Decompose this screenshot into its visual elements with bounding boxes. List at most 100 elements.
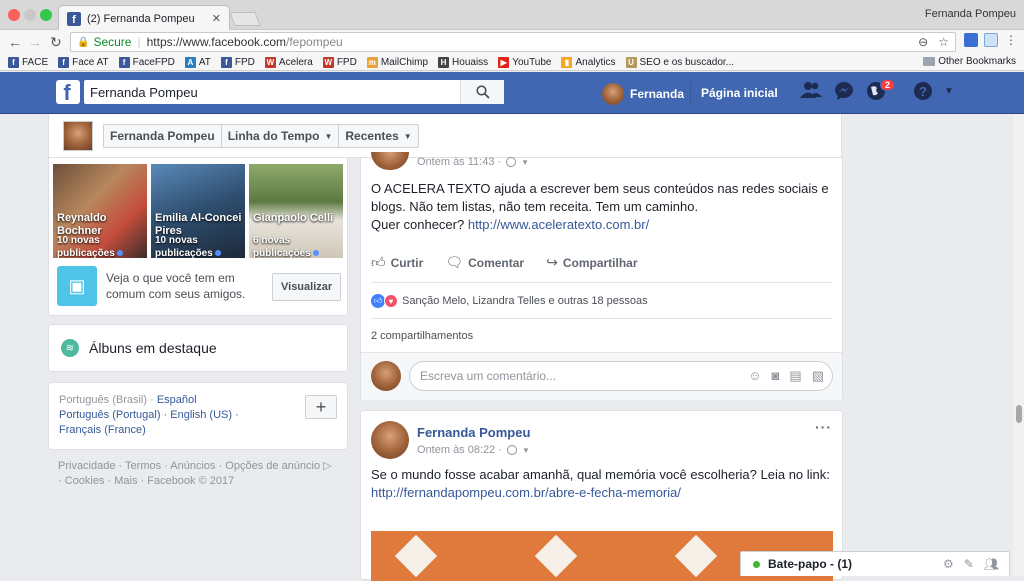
post-timestamp[interactable]: Ontem às 08:22 · bbox=[417, 444, 502, 456]
nav-recent-dropdown[interactable]: Recentes ▼ bbox=[339, 125, 417, 147]
tab-close-icon[interactable]: ✕ bbox=[212, 12, 221, 25]
bookmark-star-icon[interactable]: ☆ bbox=[938, 35, 949, 49]
bookmark-item[interactable]: W FPD bbox=[322, 56, 357, 68]
bookmark-item[interactable]: A AT bbox=[184, 56, 211, 68]
like-reaction-icon: 👍︎ bbox=[371, 294, 385, 308]
shares-count[interactable]: 2 compartilhamentos bbox=[371, 330, 473, 342]
search-input[interactable]: Fernanda Pompeu bbox=[84, 80, 504, 104]
browser-profile-name[interactable]: Fernanda Pompeu bbox=[925, 8, 1016, 20]
gear-icon[interactable]: ⚙ bbox=[943, 557, 954, 571]
bookmark-item[interactable]: ▶ YouTube bbox=[498, 56, 551, 68]
add-people-icon[interactable]: 👥︎ bbox=[984, 557, 999, 571]
compose-icon[interactable]: ✎ bbox=[964, 557, 974, 571]
bookmark-item[interactable]: f FaceFPD bbox=[118, 56, 175, 68]
timeline-subheader: Fernanda Pompeu Linha do Tempo ▼ Recentes… bbox=[48, 114, 842, 158]
maximize-window-icon[interactable] bbox=[40, 9, 52, 21]
language-link[interactable]: English (US) bbox=[170, 409, 232, 421]
friend-thumbnail[interactable]: Reynaldo Bochner 10 novas publicações bbox=[53, 164, 147, 258]
bookmark-item[interactable]: U SEO e os buscador... bbox=[625, 56, 735, 68]
address-bar[interactable]: 🔒 Secure | https://www.facebook.com /fep… bbox=[70, 32, 956, 52]
view-button[interactable]: Visualizar bbox=[272, 273, 342, 301]
zoom-icon[interactable]: ⊖ bbox=[918, 35, 928, 49]
avatar[interactable] bbox=[63, 121, 93, 151]
friend-name: Gianpaolo Celli bbox=[253, 212, 334, 224]
gif-icon[interactable]: ▤ bbox=[789, 368, 801, 384]
comment-bubble-icon: 🗨︎ bbox=[445, 254, 464, 270]
friend-thumbnail[interactable]: Gianpaolo Celli 6 novas publicações bbox=[249, 164, 343, 258]
like-button[interactable]: 👍︎ Curtir bbox=[371, 254, 423, 271]
post-text-cta: Quer conhecer? http://www.aceleratexto.c… bbox=[371, 216, 833, 234]
analytics-icon: ▮ bbox=[561, 56, 573, 68]
extension-1-icon[interactable] bbox=[964, 33, 978, 47]
comment-button[interactable]: 🗨︎ Comentar bbox=[445, 254, 524, 271]
profile-link[interactable]: Fernanda bbox=[602, 83, 684, 105]
chevron-down-icon[interactable]: ▼ bbox=[522, 446, 530, 455]
footer-links[interactable]: Privacidade · Termos · Anúncios · Opções… bbox=[58, 459, 338, 489]
nav-timeline-dropdown[interactable]: Linha do Tempo ▼ bbox=[222, 125, 340, 147]
language-link[interactable]: Português (Portugal) bbox=[59, 409, 161, 421]
scrollbar-thumb[interactable] bbox=[1016, 405, 1022, 423]
image-shape bbox=[394, 534, 438, 578]
camera-icon[interactable]: ◙ bbox=[772, 368, 780, 384]
account-menu-chevron-icon[interactable]: ▼ bbox=[944, 86, 954, 97]
messenger-icon[interactable] bbox=[834, 81, 854, 106]
love-reaction-icon: ♥ bbox=[384, 294, 398, 308]
close-window-icon[interactable] bbox=[8, 9, 20, 21]
help-icon[interactable]: ? bbox=[913, 81, 933, 106]
back-arrow-icon[interactable]: ← bbox=[8, 34, 22, 50]
bookmark-item[interactable]: f FPD bbox=[220, 56, 255, 68]
chat-bar[interactable]: Bate-papo - (1) ⚙ ✎ 👥︎ bbox=[740, 551, 1010, 576]
bookmark-item[interactable]: H Houaiss bbox=[438, 56, 488, 68]
post-author-avatar[interactable] bbox=[371, 152, 409, 170]
post-author-name[interactable]: Fernanda Pompeu bbox=[417, 425, 530, 440]
language-link[interactable]: Español bbox=[157, 394, 197, 406]
compare-friends-text: Veja o que você tem em comum com seus am… bbox=[106, 271, 246, 301]
bookmark-item[interactable]: f Face AT bbox=[58, 56, 109, 68]
sticker-icon[interactable]: ▧ bbox=[812, 368, 824, 384]
more-options-icon[interactable]: ··· bbox=[815, 419, 832, 435]
language-link[interactable]: Français (France) bbox=[59, 424, 146, 436]
reactions-summary[interactable]: 👍︎ ♥ Sanção Melo, Lizandra Telles e outr… bbox=[371, 294, 648, 308]
extension-2-icon[interactable] bbox=[984, 33, 998, 47]
bookmark-item[interactable]: ▮ Analytics bbox=[561, 56, 616, 68]
chevron-down-icon[interactable]: ▼ bbox=[521, 158, 529, 167]
minimize-window-icon[interactable] bbox=[24, 9, 36, 21]
post-timestamp[interactable]: Ontem às 11:43 · bbox=[417, 156, 501, 168]
comment-input[interactable]: Escreva um comentário... ☺ ◙ ▤ ▧ bbox=[409, 361, 833, 391]
bookmark-label: FPD bbox=[234, 56, 255, 68]
search-button[interactable] bbox=[460, 80, 504, 104]
bookmark-item[interactable]: f FACE bbox=[8, 56, 48, 68]
bookmark-label: SEO e os buscador... bbox=[639, 56, 735, 68]
featured-albums-card[interactable]: ≋ Álbuns em destaque bbox=[48, 324, 348, 372]
emoji-icon[interactable]: ☺ bbox=[748, 368, 761, 384]
nav-profile-name[interactable]: Fernanda Pompeu bbox=[104, 125, 222, 147]
globe-icon bbox=[507, 445, 517, 455]
wordpress-icon: W bbox=[322, 56, 334, 68]
browser-tab[interactable]: f (2) Fernanda Pompeu ✕ bbox=[58, 5, 230, 31]
add-language-button[interactable]: + bbox=[305, 395, 337, 419]
nav-timeline-label: Linha do Tempo bbox=[227, 129, 320, 143]
bookmark-item[interactable]: W Acelera bbox=[264, 56, 313, 68]
post-link[interactable]: http://fernandapompeu.com.br/abre-e-fech… bbox=[371, 484, 833, 502]
reload-icon[interactable]: ↻ bbox=[50, 34, 62, 51]
facebook-logo-icon[interactable]: f bbox=[56, 80, 80, 104]
friend-post-count-label: 10 novas publicações bbox=[57, 235, 115, 258]
bookmark-label: Acelera bbox=[278, 56, 313, 68]
friend-requests-icon[interactable] bbox=[800, 81, 822, 104]
share-button[interactable]: ↪ Compartilhar bbox=[546, 254, 637, 271]
friend-post-count-label: 6 novas publicações bbox=[253, 235, 311, 258]
home-link[interactable]: Página inicial bbox=[701, 86, 778, 100]
compare-friends: ▣ Veja o que você tem em comum com seus … bbox=[57, 266, 266, 306]
post-link[interactable]: http://www.aceleratexto.com.br/ bbox=[468, 217, 649, 232]
friends-updates-card: Reynaldo Bochner 10 novas publicações Em… bbox=[48, 158, 348, 316]
notification-badge: 2 bbox=[880, 79, 896, 91]
bookmark-label: Analytics bbox=[575, 56, 616, 68]
scrollbar[interactable] bbox=[1013, 114, 1024, 576]
forward-arrow-icon[interactable]: → bbox=[28, 34, 42, 50]
other-bookmarks[interactable]: Other Bookmarks bbox=[923, 56, 1016, 67]
post-author-avatar[interactable] bbox=[371, 421, 409, 459]
new-tab-button[interactable] bbox=[229, 12, 261, 26]
friend-thumbnail[interactable]: Emilia Al-Concei Pires 10 novas publicaç… bbox=[151, 164, 245, 258]
bookmark-item[interactable]: m MailChimp bbox=[366, 56, 428, 68]
menu-icon[interactable]: ⋮ bbox=[1004, 33, 1018, 47]
